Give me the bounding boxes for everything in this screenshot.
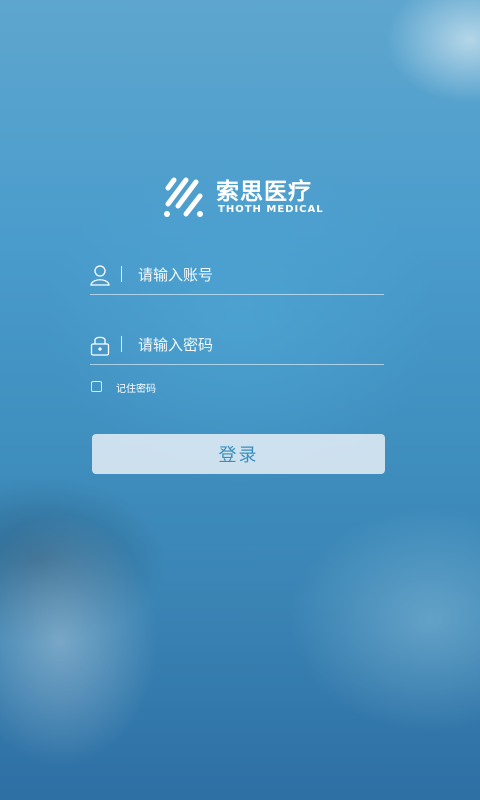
password-input[interactable] (138, 332, 378, 358)
brand-name-cn: 索思医疗 (216, 179, 312, 205)
thoth-logo-icon (164, 177, 203, 217)
lock-icon (90, 336, 110, 356)
account-input[interactable] (138, 262, 378, 288)
user-icon (90, 265, 110, 286)
account-separator (121, 266, 122, 282)
password-field[interactable] (90, 328, 384, 365)
password-separator (121, 336, 122, 352)
remember-password-label: 记住密码 (116, 384, 156, 395)
brand-logo: 索思医疗 THOTH MEDICAL (160, 172, 330, 222)
login-screen: 索思医疗 THOTH MEDICAL 记住密码 登录 (0, 0, 480, 800)
login-button[interactable]: 登录 (92, 434, 385, 474)
brand-name-en: THOTH MEDICAL (218, 204, 324, 215)
account-field[interactable] (90, 258, 384, 295)
remember-password-checkbox[interactable] (91, 381, 102, 392)
